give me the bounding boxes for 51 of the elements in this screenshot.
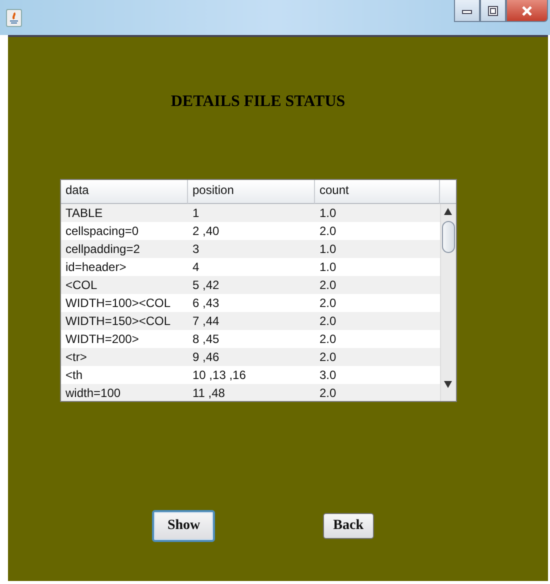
table-cell: 5 ,42 (188, 276, 314, 294)
table-cell-text: 4 (192, 259, 200, 276)
table-cell: width=100 (60, 384, 188, 401)
table-cell-text: 2.0 (318, 295, 338, 312)
table-cell: WIDTH=150><COL (60, 312, 188, 330)
table-cell: 7 ,44 (188, 312, 314, 330)
table-cell: 1 (188, 204, 314, 222)
page-heading: DETAILS FILE STATUS (170, 93, 346, 111)
table-cell: <tr> (60, 348, 188, 366)
table-cell-text: WIDTH=100><COL (64, 295, 172, 312)
show-button[interactable]: Show (152, 510, 216, 542)
maximize-icon (488, 6, 498, 16)
table-cell-text: <th (64, 367, 84, 384)
table-cell-text: 2.0 (318, 223, 338, 240)
table-cell: 2.0 (314, 384, 440, 401)
table-cell-text: 3.0 (318, 367, 338, 384)
table-cell: 3 (188, 240, 314, 258)
header-corner (440, 180, 456, 204)
minimize-icon (462, 8, 472, 14)
table-cell: 1.0 (314, 240, 440, 258)
table-cell: 2.0 (314, 276, 440, 294)
app-icon (6, 9, 22, 27)
column-header[interactable]: data (60, 180, 188, 204)
table-cell: TABLE (60, 204, 188, 222)
table-cell: 11 ,48 (188, 384, 314, 401)
scroll-up-icon[interactable] (444, 208, 452, 215)
table-cell-text: 1.0 (318, 259, 338, 276)
table-cell-text: cellspacing=0 (64, 223, 140, 240)
column-header[interactable]: count (314, 180, 440, 204)
table-cell-text: 6 ,43 (192, 295, 220, 312)
table-cell-text: 8 ,45 (192, 331, 220, 348)
table-cell: 1.0 (314, 204, 440, 222)
table-cell: <COL (60, 276, 188, 294)
table-cell-text: 2.0 (318, 331, 338, 348)
close-icon (521, 6, 533, 16)
column-header[interactable]: position (188, 180, 314, 204)
table-cell: 2.0 (314, 312, 440, 330)
maximize-button[interactable] (480, 0, 506, 22)
table-cell-text: WIDTH=200> (64, 331, 140, 348)
table-cell: cellpadding=2 (60, 240, 188, 258)
scroll-down-icon[interactable] (444, 381, 452, 388)
table-cell-text: id=header> (64, 259, 128, 276)
scrollbar[interactable] (440, 204, 456, 401)
close-button[interactable] (506, 0, 548, 22)
table-cell: 9 ,46 (188, 348, 314, 366)
back-button[interactable]: Back (323, 513, 374, 539)
table-cell: 2.0 (314, 348, 440, 366)
minimize-button[interactable] (454, 0, 480, 22)
table-cell-text: 2 ,40 (192, 223, 220, 240)
table-cell-text: 10 ,13 ,16 (192, 367, 247, 384)
scrollbar-thumb[interactable] (442, 221, 454, 253)
